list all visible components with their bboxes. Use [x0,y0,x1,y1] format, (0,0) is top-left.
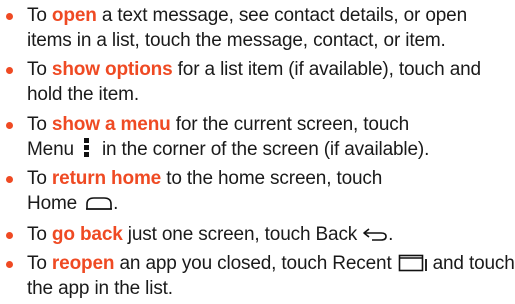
bullet [6,261,13,268]
item-text: To [27,253,52,274]
list-item-open: To open a text message, see contact deta… [0,3,515,53]
list-item-go-back: To go back just one screen, touch Back. [0,222,515,247]
list-item-show-options: To show options for a list item (if avai… [0,57,515,107]
item-text: in the corner of the screen (if availabl… [101,139,430,160]
keyword-reopen: reopen [51,253,115,274]
bullet [6,176,13,183]
item-text: Home [27,193,78,214]
item-text: To [27,224,52,245]
keyword-open: open [51,5,97,26]
item-text: Menu [27,139,74,160]
bullet [6,122,13,129]
bullet [6,232,13,239]
bullet [6,13,13,20]
item-text: To [27,114,52,135]
keyword-return-home: return home [51,168,162,189]
item-text: an app you closed, touch Recent [114,253,392,274]
recent-apps-icon [398,254,428,272]
menu-dots-icon [83,138,90,158]
home-icon [85,192,113,210]
item-text: To [27,5,52,26]
item-text: for the current screen, touch [170,114,410,135]
keyword-go-back: go back [51,224,123,245]
item-text: To [27,168,52,189]
back-arrow-icon [362,223,388,241]
keyword-show-options: show options [51,59,173,80]
item-text: To [27,59,52,80]
item-text: . [113,193,119,214]
item-text: to the home screen, touch [161,168,383,189]
list-item-return-home: To return home to the home screen, touch… [0,166,515,216]
item-text: . [388,224,394,245]
item-text: just one screen, touch Back [122,224,358,245]
list-item-show-menu: To show a menu for the current screen, t… [0,112,515,162]
keyword-show-menu: show a menu [51,114,171,135]
list-item-reopen: To reopen an app you closed, touch Recen… [0,251,515,301]
bullet [6,67,13,74]
